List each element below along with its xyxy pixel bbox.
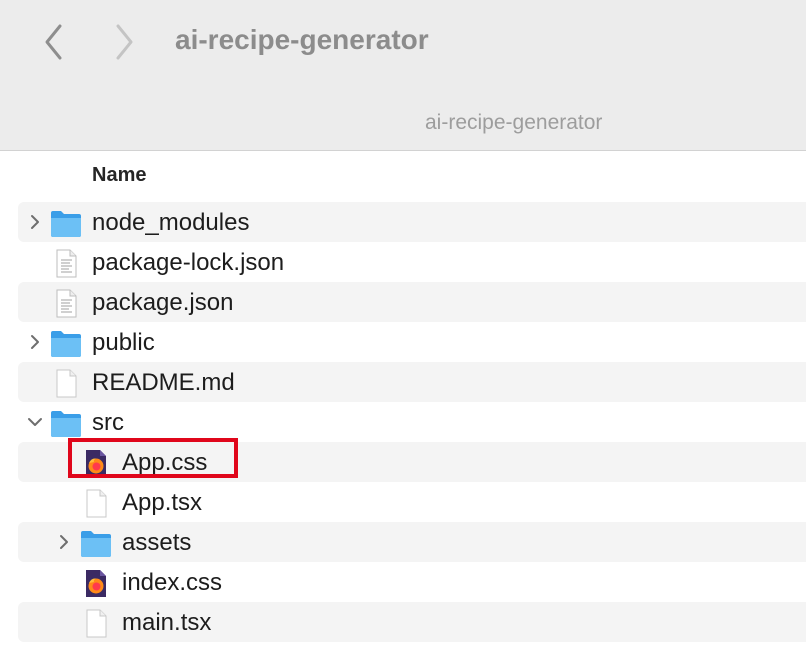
name-column-header[interactable]: Name [92,164,146,187]
json-file-icon [50,288,82,318]
chevron-right-icon[interactable] [27,214,43,230]
folder-icon [50,408,82,438]
file-name: index.css [122,569,223,596]
file-name: src [92,409,124,436]
file-row[interactable]: node_modules [18,202,806,242]
back-button[interactable] [42,22,66,62]
finder-toolbar: ai-recipe-generator ai-recipe-generator [0,0,806,151]
window-title: ai-recipe-generator [175,24,429,55]
file-row[interactable]: package.json [18,282,806,322]
document-icon [80,488,112,518]
file-name: node_modules [92,209,250,236]
file-row[interactable]: App.tsx [18,482,806,522]
chevron-left-icon [45,24,62,60]
file-row[interactable]: src [18,402,806,442]
file-row[interactable]: public [18,322,806,362]
chevron-right-icon [116,24,133,60]
file-list: node_modules package-lock.json package.jso… [18,202,806,642]
file-row[interactable]: README.md [18,362,806,402]
file-name: package.json [92,289,234,316]
file-row[interactable]: main.tsx [18,602,806,642]
file-name: public [92,329,155,356]
forward-button[interactable] [112,22,136,62]
chevron-right-icon[interactable] [27,334,43,350]
folder-icon [50,328,82,358]
file-row[interactable]: assets [18,522,806,562]
folder-icon [50,208,82,238]
file-row[interactable]: index.css [18,562,806,602]
firefox-css-file-icon [80,568,112,598]
firefox-css-file-icon [80,448,112,478]
file-name: README.md [92,369,235,396]
document-icon [80,608,112,638]
document-icon [50,368,82,398]
file-name: assets [122,529,192,556]
file-row[interactable]: App.css [18,442,806,482]
file-row[interactable]: package-lock.json [18,242,806,282]
file-name: App.css [122,449,208,476]
chevron-right-icon[interactable] [56,534,72,550]
file-name: package-lock.json [92,249,285,276]
json-file-icon [50,248,82,278]
chevron-down-icon[interactable] [27,414,43,430]
file-name: App.tsx [122,489,203,516]
file-name: main.tsx [122,609,212,636]
path-label: ai-recipe-generator [425,111,603,134]
folder-icon [80,528,112,558]
